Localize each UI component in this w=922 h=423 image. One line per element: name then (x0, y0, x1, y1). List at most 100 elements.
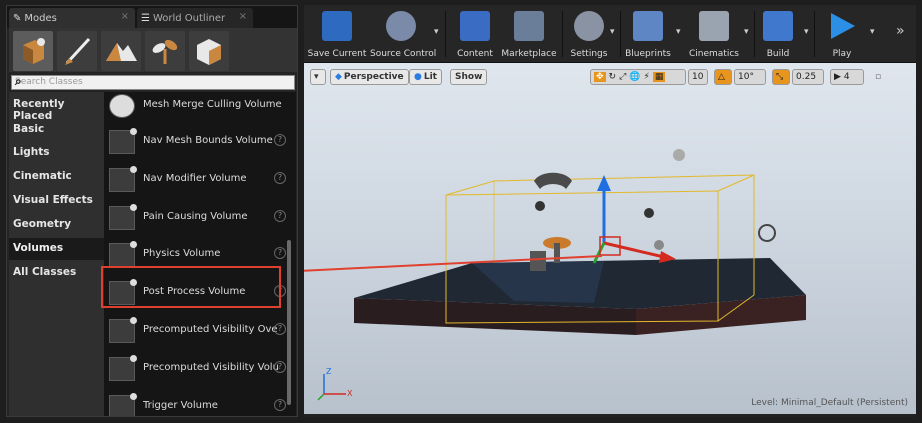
modes-panel: ✎ Modes × ☰ World Outliner × Search Clas… (6, 5, 298, 417)
list-item-label: Nav Mesh Bounds Volume (143, 135, 273, 146)
category-visual-effects[interactable]: Visual Effects (9, 194, 104, 206)
cinematics-button[interactable]: Cinematics (686, 5, 742, 63)
foliage-mode-icon[interactable] (145, 31, 185, 71)
category-cinematic[interactable]: Cinematic (9, 170, 104, 182)
build-label: Build (766, 49, 790, 59)
scene-render (304, 149, 806, 335)
help-icon[interactable]: ? (274, 134, 286, 146)
axis-z-label: Z (326, 367, 332, 376)
search-icon[interactable]: ⌕ (15, 74, 292, 89)
level-indicator: Level: Minimal_Default (Persistent) (751, 398, 908, 408)
visibility-volume-icon (109, 317, 137, 343)
category-recently-placed[interactable]: Recently Placed (9, 98, 104, 122)
build-button[interactable]: Build (756, 5, 800, 63)
settings-icon (574, 11, 604, 41)
tab-modes[interactable]: ✎ Modes × (9, 8, 135, 28)
category-basic[interactable]: Basic (9, 123, 104, 135)
class-list: Mesh Merge Culling Volume Nav Mesh Bound… (104, 92, 296, 416)
list-item-label: Mesh Merge Culling Volume (143, 99, 281, 110)
chevron-down-icon[interactable]: ▾ (610, 27, 615, 37)
editor-window: ✎ Modes × ☰ World Outliner × Search Clas… (0, 0, 922, 423)
category-lights[interactable]: Lights (9, 146, 104, 158)
category-all-classes[interactable]: All Classes (9, 266, 104, 278)
trigger-volume-icon (109, 393, 137, 416)
list-item[interactable]: Pain Causing Volume ? (104, 198, 287, 235)
help-icon[interactable]: ? (274, 247, 286, 259)
list-item-label: Nav Modifier Volume (143, 173, 247, 184)
list-item[interactable]: Nav Modifier Volume ? (104, 160, 287, 197)
chevron-down-icon[interactable]: ▾ (870, 27, 875, 37)
list-item[interactable]: Mesh Merge Culling Volume (104, 92, 287, 123)
chevron-down-icon[interactable]: ▾ (804, 27, 809, 37)
marketplace-label: Marketplace (501, 49, 557, 59)
toolbar-overflow-button[interactable]: » (896, 23, 905, 39)
landscape-mode-icon[interactable] (101, 31, 141, 71)
marketplace-button[interactable]: Marketplace (500, 5, 558, 63)
help-icon[interactable]: ? (274, 361, 286, 373)
divider (814, 11, 815, 57)
tab-modes-label: Modes (24, 12, 57, 24)
paint-mode-icon[interactable] (57, 31, 97, 71)
help-icon[interactable]: ? (274, 210, 286, 222)
list-item-label: Pain Causing Volume (143, 211, 248, 222)
tab-world-outliner-label: World Outliner (152, 12, 226, 24)
geometry-edit-mode-icon[interactable] (189, 31, 229, 71)
list-item[interactable]: Nav Mesh Bounds Volume ? (104, 122, 287, 159)
volume-icon (109, 128, 137, 154)
settings-label: Settings (570, 49, 608, 59)
search-classes-input[interactable]: Search Classes ⌕ (11, 74, 295, 90)
play-button[interactable]: Play (818, 5, 866, 63)
highlight-box (101, 266, 281, 308)
category-geometry[interactable]: Geometry (9, 218, 104, 230)
help-icon[interactable]: ? (274, 172, 286, 184)
close-icon[interactable]: × (121, 11, 129, 22)
source-control-button[interactable]: Source Control (370, 5, 437, 63)
close-icon[interactable]: × (239, 11, 247, 22)
divider (445, 11, 446, 57)
chevron-down-icon[interactable]: ▾ (434, 27, 439, 37)
blueprints-icon (633, 11, 663, 41)
category-volumes[interactable]: Volumes (9, 238, 104, 260)
level-name: Minimal_Default (Persistent) (780, 398, 908, 408)
volume-icon (109, 166, 137, 192)
level-label: Level: (751, 398, 779, 408)
category-list: Recently Placed Basic Lights Cinematic V… (9, 92, 104, 416)
divider (562, 11, 563, 57)
chevron-down-icon[interactable]: ▾ (676, 27, 681, 37)
list-item[interactable]: Precomputed Visibility Volu ? (104, 349, 287, 386)
build-icon (763, 11, 793, 41)
axis-gizmo: Z X (317, 367, 353, 401)
list-item[interactable]: Trigger Volume ? (104, 387, 287, 416)
help-icon[interactable]: ? (274, 399, 286, 411)
marketplace-icon (514, 11, 544, 41)
content-button[interactable]: Content (450, 5, 500, 63)
blueprints-label: Blueprints (625, 49, 671, 59)
list-item-label: Physics Volume (143, 248, 221, 259)
save-current-button[interactable]: Save Current (306, 5, 368, 63)
physics-volume-icon (109, 241, 137, 267)
settings-button[interactable]: Settings (566, 5, 612, 63)
panel-tabs: ✎ Modes × ☰ World Outliner × (7, 6, 297, 28)
content-icon (460, 11, 490, 41)
visibility-volume-icon (109, 355, 137, 381)
source-control-icon (386, 11, 416, 41)
play-label: Play (832, 49, 852, 59)
tab-world-outliner[interactable]: ☰ World Outliner × (137, 8, 253, 28)
content-label: Content (457, 49, 493, 59)
help-icon[interactable]: ? (274, 323, 286, 335)
divider (754, 11, 755, 57)
mode-toolbar (9, 28, 297, 72)
list-item-label: Precomputed Visibility Ove (143, 324, 278, 335)
pain-volume-icon (109, 204, 137, 230)
list-scrollbar[interactable] (287, 240, 291, 405)
save-icon (322, 11, 352, 41)
blueprints-button[interactable]: Blueprints (622, 5, 674, 63)
chevron-down-icon[interactable]: ▾ (744, 27, 749, 37)
list-item[interactable]: Precomputed Visibility Ove ? (104, 311, 287, 348)
cinematics-icon (699, 11, 729, 41)
place-mode-icon[interactable] (13, 31, 53, 71)
main-toolbar: Save Current Source Control ▾ Content Ma… (304, 5, 916, 63)
viewport[interactable]: ▾ ◆ Perspective ● Lit Show ✥ ↻ ⤢ 🌐 ⚡ ▦ 1… (304, 63, 916, 414)
list-item-label: Trigger Volume (143, 400, 218, 411)
source-control-label: Source Control (370, 49, 437, 59)
